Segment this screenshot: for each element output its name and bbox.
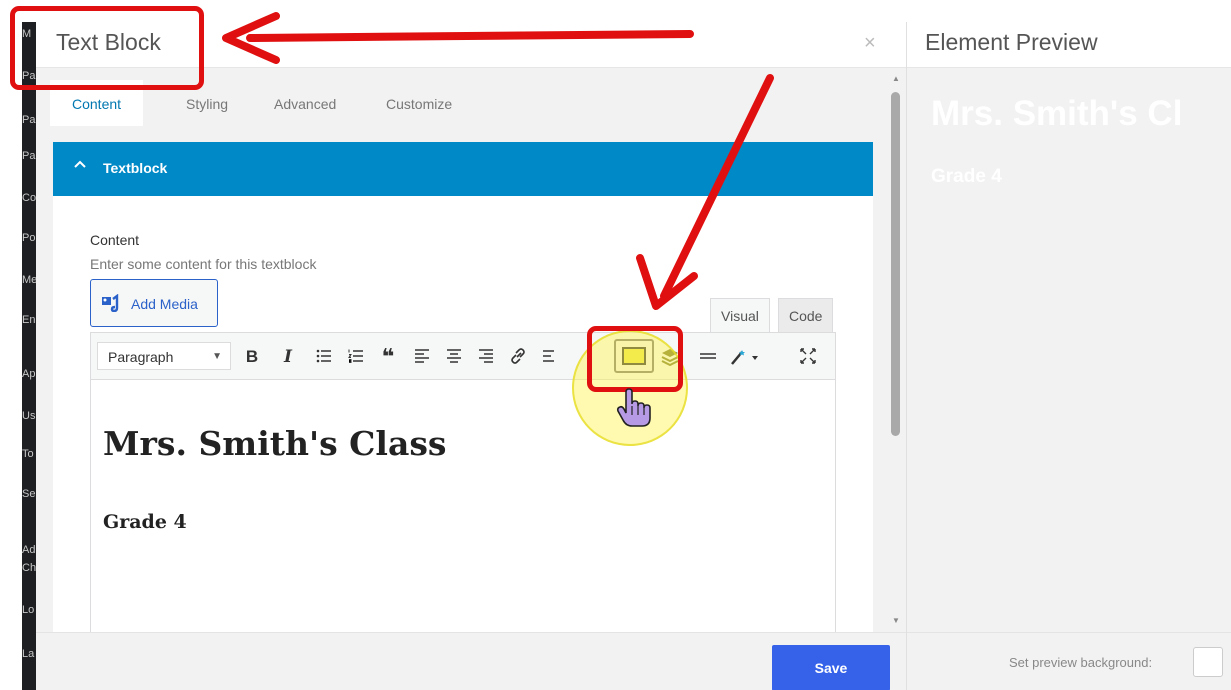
add-media-label: Add Media: [131, 296, 198, 312]
close-icon[interactable]: ×: [864, 32, 876, 55]
scroll-down-icon[interactable]: ▼: [892, 616, 900, 625]
chevron-down-icon: ▼: [212, 351, 222, 362]
content-field-label: Content: [90, 232, 140, 248]
preview-heading: Mrs. Smith's Cl: [931, 94, 1183, 133]
preview-header: Element Preview: [907, 22, 1231, 68]
align-left-icon[interactable]: [409, 344, 435, 370]
content-field-description: Enter some content for this textblock: [90, 256, 317, 272]
section-header-label: Textblock: [103, 160, 168, 176]
scroll-thumb[interactable]: [891, 92, 900, 436]
editor-toolbar: Paragraph ▼ B I ❝: [90, 332, 836, 380]
section-header-textblock[interactable]: Textblock: [53, 142, 873, 196]
editor-content-area[interactable]: Mrs. Smith's Class Grade 4: [90, 380, 836, 634]
preview-title: Element Preview: [925, 29, 1098, 55]
add-media-button[interactable]: Add Media: [90, 279, 218, 327]
modal-footer: Save: [36, 632, 906, 690]
tab-customize[interactable]: Customize: [364, 80, 474, 126]
link-icon[interactable]: [505, 344, 531, 370]
magic-wand-icon[interactable]: [727, 344, 763, 370]
horizontal-line-icon[interactable]: [695, 344, 721, 370]
bold-icon[interactable]: B: [239, 344, 265, 370]
text-block-modal: Text Block × Content Styling Advanced Cu…: [36, 22, 906, 690]
modal-scrollbar[interactable]: ▲ ▼: [888, 72, 904, 632]
chevron-up-icon: [73, 157, 87, 174]
annotation-box-title: [10, 6, 204, 90]
element-preview-pane: Element Preview Mrs. Smith's Cl Grade 4 …: [906, 22, 1231, 690]
scroll-up-icon[interactable]: ▲: [892, 74, 900, 83]
align-right-icon[interactable]: [473, 344, 499, 370]
editor-tab-code[interactable]: Code: [778, 298, 834, 332]
numbered-list-icon[interactable]: [343, 344, 369, 370]
format-select-value: Paragraph: [108, 349, 174, 365]
tab-advanced[interactable]: Advanced: [252, 80, 358, 126]
read-more-icon[interactable]: [537, 344, 563, 370]
preview-subheading: Grade 4: [931, 166, 1002, 187]
hand-pointer-icon: [616, 388, 651, 427]
fullscreen-icon[interactable]: [795, 344, 821, 370]
editor-heading: Mrs. Smith's Class: [103, 424, 447, 463]
preview-background-label: Set preview background:: [1009, 655, 1153, 670]
media-icon: [101, 293, 123, 313]
save-button[interactable]: Save: [772, 645, 890, 690]
bulleted-list-icon[interactable]: [311, 344, 337, 370]
annotation-box-toolbar-toggle: [587, 326, 683, 392]
align-center-icon[interactable]: [441, 344, 467, 370]
blockquote-icon[interactable]: ❝: [375, 344, 401, 370]
editor-tab-visual[interactable]: Visual: [710, 298, 770, 332]
preview-body: Mrs. Smith's Cl Grade 4: [907, 68, 1231, 632]
editor-subheading: Grade 4: [103, 511, 187, 533]
preview-background-swatch[interactable]: [1193, 647, 1223, 677]
preview-footer: Set preview background:: [907, 632, 1231, 690]
format-select[interactable]: Paragraph ▼: [97, 342, 231, 370]
italic-icon[interactable]: I: [275, 344, 301, 370]
